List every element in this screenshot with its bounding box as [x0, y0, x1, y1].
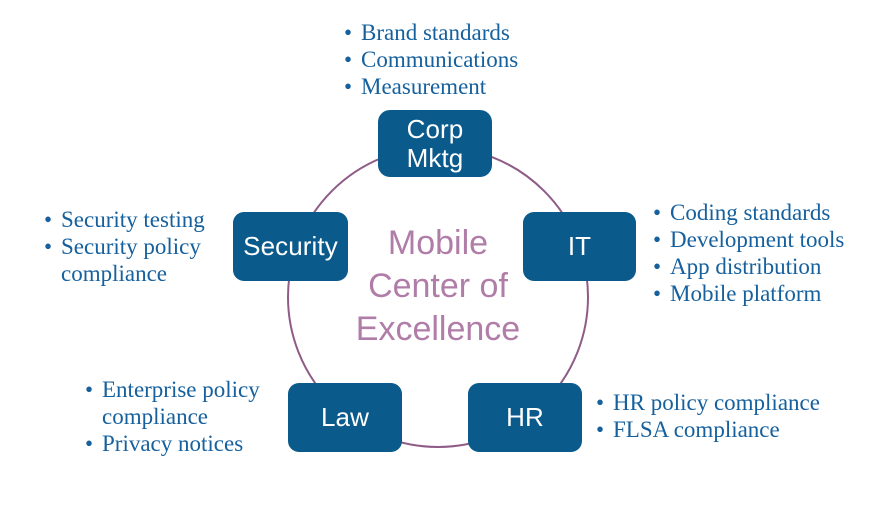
node-corp-mktg-label: Corp Mktg [406, 114, 464, 173]
node-corp-mktg[interactable]: Corp Mktg [378, 110, 492, 177]
node-law-label: Law [321, 402, 369, 433]
list-item: Brand standards [344, 19, 604, 46]
node-hr[interactable]: HR [468, 383, 582, 452]
list-item: Security testing [44, 206, 239, 233]
list-item: Mobile platform [653, 280, 883, 307]
bullet-list-corp-mktg: Brand standards Communications Measureme… [344, 19, 604, 100]
bullet-list-it: Coding standards Development tools App d… [653, 199, 883, 307]
node-it-label: IT [567, 231, 592, 262]
bullet-list-law: Enterprise policy compliance Privacy not… [85, 376, 285, 457]
list-item: Measurement [344, 73, 604, 100]
list-item: Enterprise policy compliance [85, 376, 285, 430]
diagram-canvas: Corp Mktg Brand standards Communications… [0, 0, 886, 516]
bullet-list-hr: HR policy compliance FLSA compliance [596, 389, 876, 443]
list-item: Coding standards [653, 199, 883, 226]
node-law[interactable]: Law [288, 383, 402, 452]
list-item: App distribution [653, 253, 883, 280]
node-hr-label: HR [506, 402, 544, 433]
node-security-label: Security [243, 231, 338, 262]
list-item: Development tools [653, 226, 883, 253]
list-item: HR policy compliance [596, 389, 876, 416]
list-item: Communications [344, 46, 604, 73]
list-item: FLSA compliance [596, 416, 876, 443]
node-security[interactable]: Security [233, 212, 348, 281]
bullet-list-security: Security testing Security policy complia… [44, 206, 239, 287]
list-item: Privacy notices [85, 430, 285, 457]
center-title: Mobile Center of Excellence [355, 224, 521, 348]
list-item: Security policy compliance [44, 233, 239, 287]
